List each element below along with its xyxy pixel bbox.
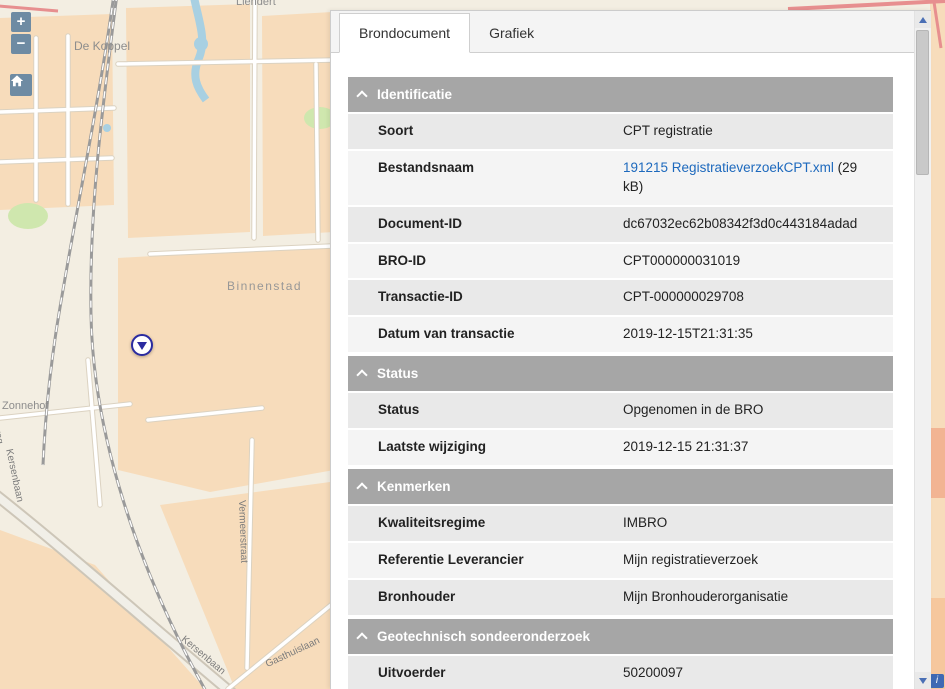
- map-label-zonnehof: Zonnehof: [2, 400, 48, 412]
- row-value: CPT000000031019: [613, 244, 893, 279]
- row-label: Uitvoerder: [348, 656, 613, 689]
- chevron-up-icon: [356, 632, 367, 643]
- row-value: Mijn Bronhouderorganisatie: [613, 580, 893, 615]
- table-row: Soort CPT registratie: [348, 114, 893, 149]
- chevron-up-icon: [356, 370, 367, 381]
- home-button[interactable]: [10, 74, 32, 96]
- row-label: Referentie Leverancier: [348, 543, 613, 578]
- scrollbar-thumb[interactable]: [916, 30, 929, 175]
- panel-scrollbar[interactable]: [914, 11, 931, 689]
- home-icon: [10, 74, 24, 88]
- row-label: Soort: [348, 114, 613, 149]
- table-row: Bestandsnaam 191215 RegistratieverzoekCP…: [348, 151, 893, 205]
- scroll-down-button[interactable]: [915, 672, 931, 689]
- panel-content: Identificatie Soort CPT registratie Best…: [331, 53, 914, 689]
- row-label: Bestandsnaam: [348, 151, 613, 205]
- row-value: CPT-000000029708: [613, 280, 893, 315]
- chevron-up-icon: [356, 482, 367, 493]
- scroll-up-button[interactable]: [915, 11, 931, 28]
- table-row: Uitvoerder 50200097: [348, 656, 893, 689]
- marker-triangle-icon: [137, 342, 147, 350]
- section-header-geotechnisch-sondeeronderzoek[interactable]: Geotechnisch sondeeronderzoek: [348, 619, 893, 654]
- table-row: Bronhouder Mijn Bronhouderorganisatie: [348, 580, 893, 615]
- chevron-up-icon: [356, 90, 367, 101]
- row-value: dc67032ec62b08342f3d0c443184adad: [613, 207, 893, 242]
- scroll-down-icon: [919, 678, 927, 684]
- row-label: BRO-ID: [348, 244, 613, 279]
- map-label-vermeerstraat: Vermeerstraat: [236, 500, 249, 563]
- map-label-liendert: Liendert: [236, 0, 276, 8]
- row-label: Datum van transactie: [348, 317, 613, 352]
- row-label: Status: [348, 393, 613, 428]
- table-row: Transactie-ID CPT-000000029708: [348, 280, 893, 315]
- row-value: IMBRO: [613, 506, 893, 541]
- zoom-out-button[interactable]: −: [11, 34, 31, 54]
- row-value: 2019-12-15T21:31:35: [613, 317, 893, 352]
- table-row: Referentie Leverancier Mijn registratiev…: [348, 543, 893, 578]
- tab-brondocument[interactable]: Brondocument: [339, 13, 470, 53]
- section-header-identificatie[interactable]: Identificatie: [348, 77, 893, 112]
- tab-grafiek[interactable]: Grafiek: [470, 14, 553, 52]
- row-value: Opgenomen in de BRO: [613, 393, 893, 428]
- map-attribution-button[interactable]: i: [930, 674, 944, 688]
- section-title: Identificatie: [377, 87, 452, 102]
- file-download-link[interactable]: 191215 RegistratieverzoekCPT.xml: [623, 160, 834, 175]
- table-row: Status Opgenomen in de BRO: [348, 393, 893, 428]
- row-label: Laatste wijziging: [348, 430, 613, 465]
- zoom-in-button[interactable]: +: [11, 12, 31, 32]
- row-label: Transactie-ID: [348, 280, 613, 315]
- row-label: Document-ID: [348, 207, 613, 242]
- table-row: Kwaliteitsregime IMBRO: [348, 506, 893, 541]
- map-label-de-koppel: De Koppel: [74, 39, 130, 53]
- row-value: CPT registratie: [613, 114, 893, 149]
- row-label: Kwaliteitsregime: [348, 506, 613, 541]
- section-header-status[interactable]: Status: [348, 356, 893, 391]
- row-value: 191215 RegistratieverzoekCPT.xml (29 kB): [613, 151, 893, 205]
- table-row: Document-ID dc67032ec62b08342f3d0c443184…: [348, 207, 893, 242]
- row-value: 2019-12-15 21:31:37: [613, 430, 893, 465]
- section-header-kenmerken[interactable]: Kenmerken: [348, 469, 893, 504]
- section-title: Status: [377, 366, 418, 381]
- row-label: Bronhouder: [348, 580, 613, 615]
- scroll-up-icon: [919, 17, 927, 23]
- table-row: Datum van transactie 2019-12-15T21:31:35: [348, 317, 893, 352]
- map-label-binnenstad: Binnenstad: [227, 279, 302, 293]
- section-title: Geotechnisch sondeeronderzoek: [377, 629, 590, 644]
- map-marker[interactable]: [131, 334, 153, 356]
- row-value: Mijn registratieverzoek: [613, 543, 893, 578]
- table-row: Laatste wijziging 2019-12-15 21:31:37: [348, 430, 893, 465]
- section-title: Kenmerken: [377, 479, 451, 494]
- detail-panel: Brondocument Grafiek Identificatie Soort…: [330, 10, 931, 689]
- panel-tabs: Brondocument Grafiek: [331, 11, 931, 53]
- row-value: 50200097: [613, 656, 893, 689]
- table-row: BRO-ID CPT000000031019: [348, 244, 893, 279]
